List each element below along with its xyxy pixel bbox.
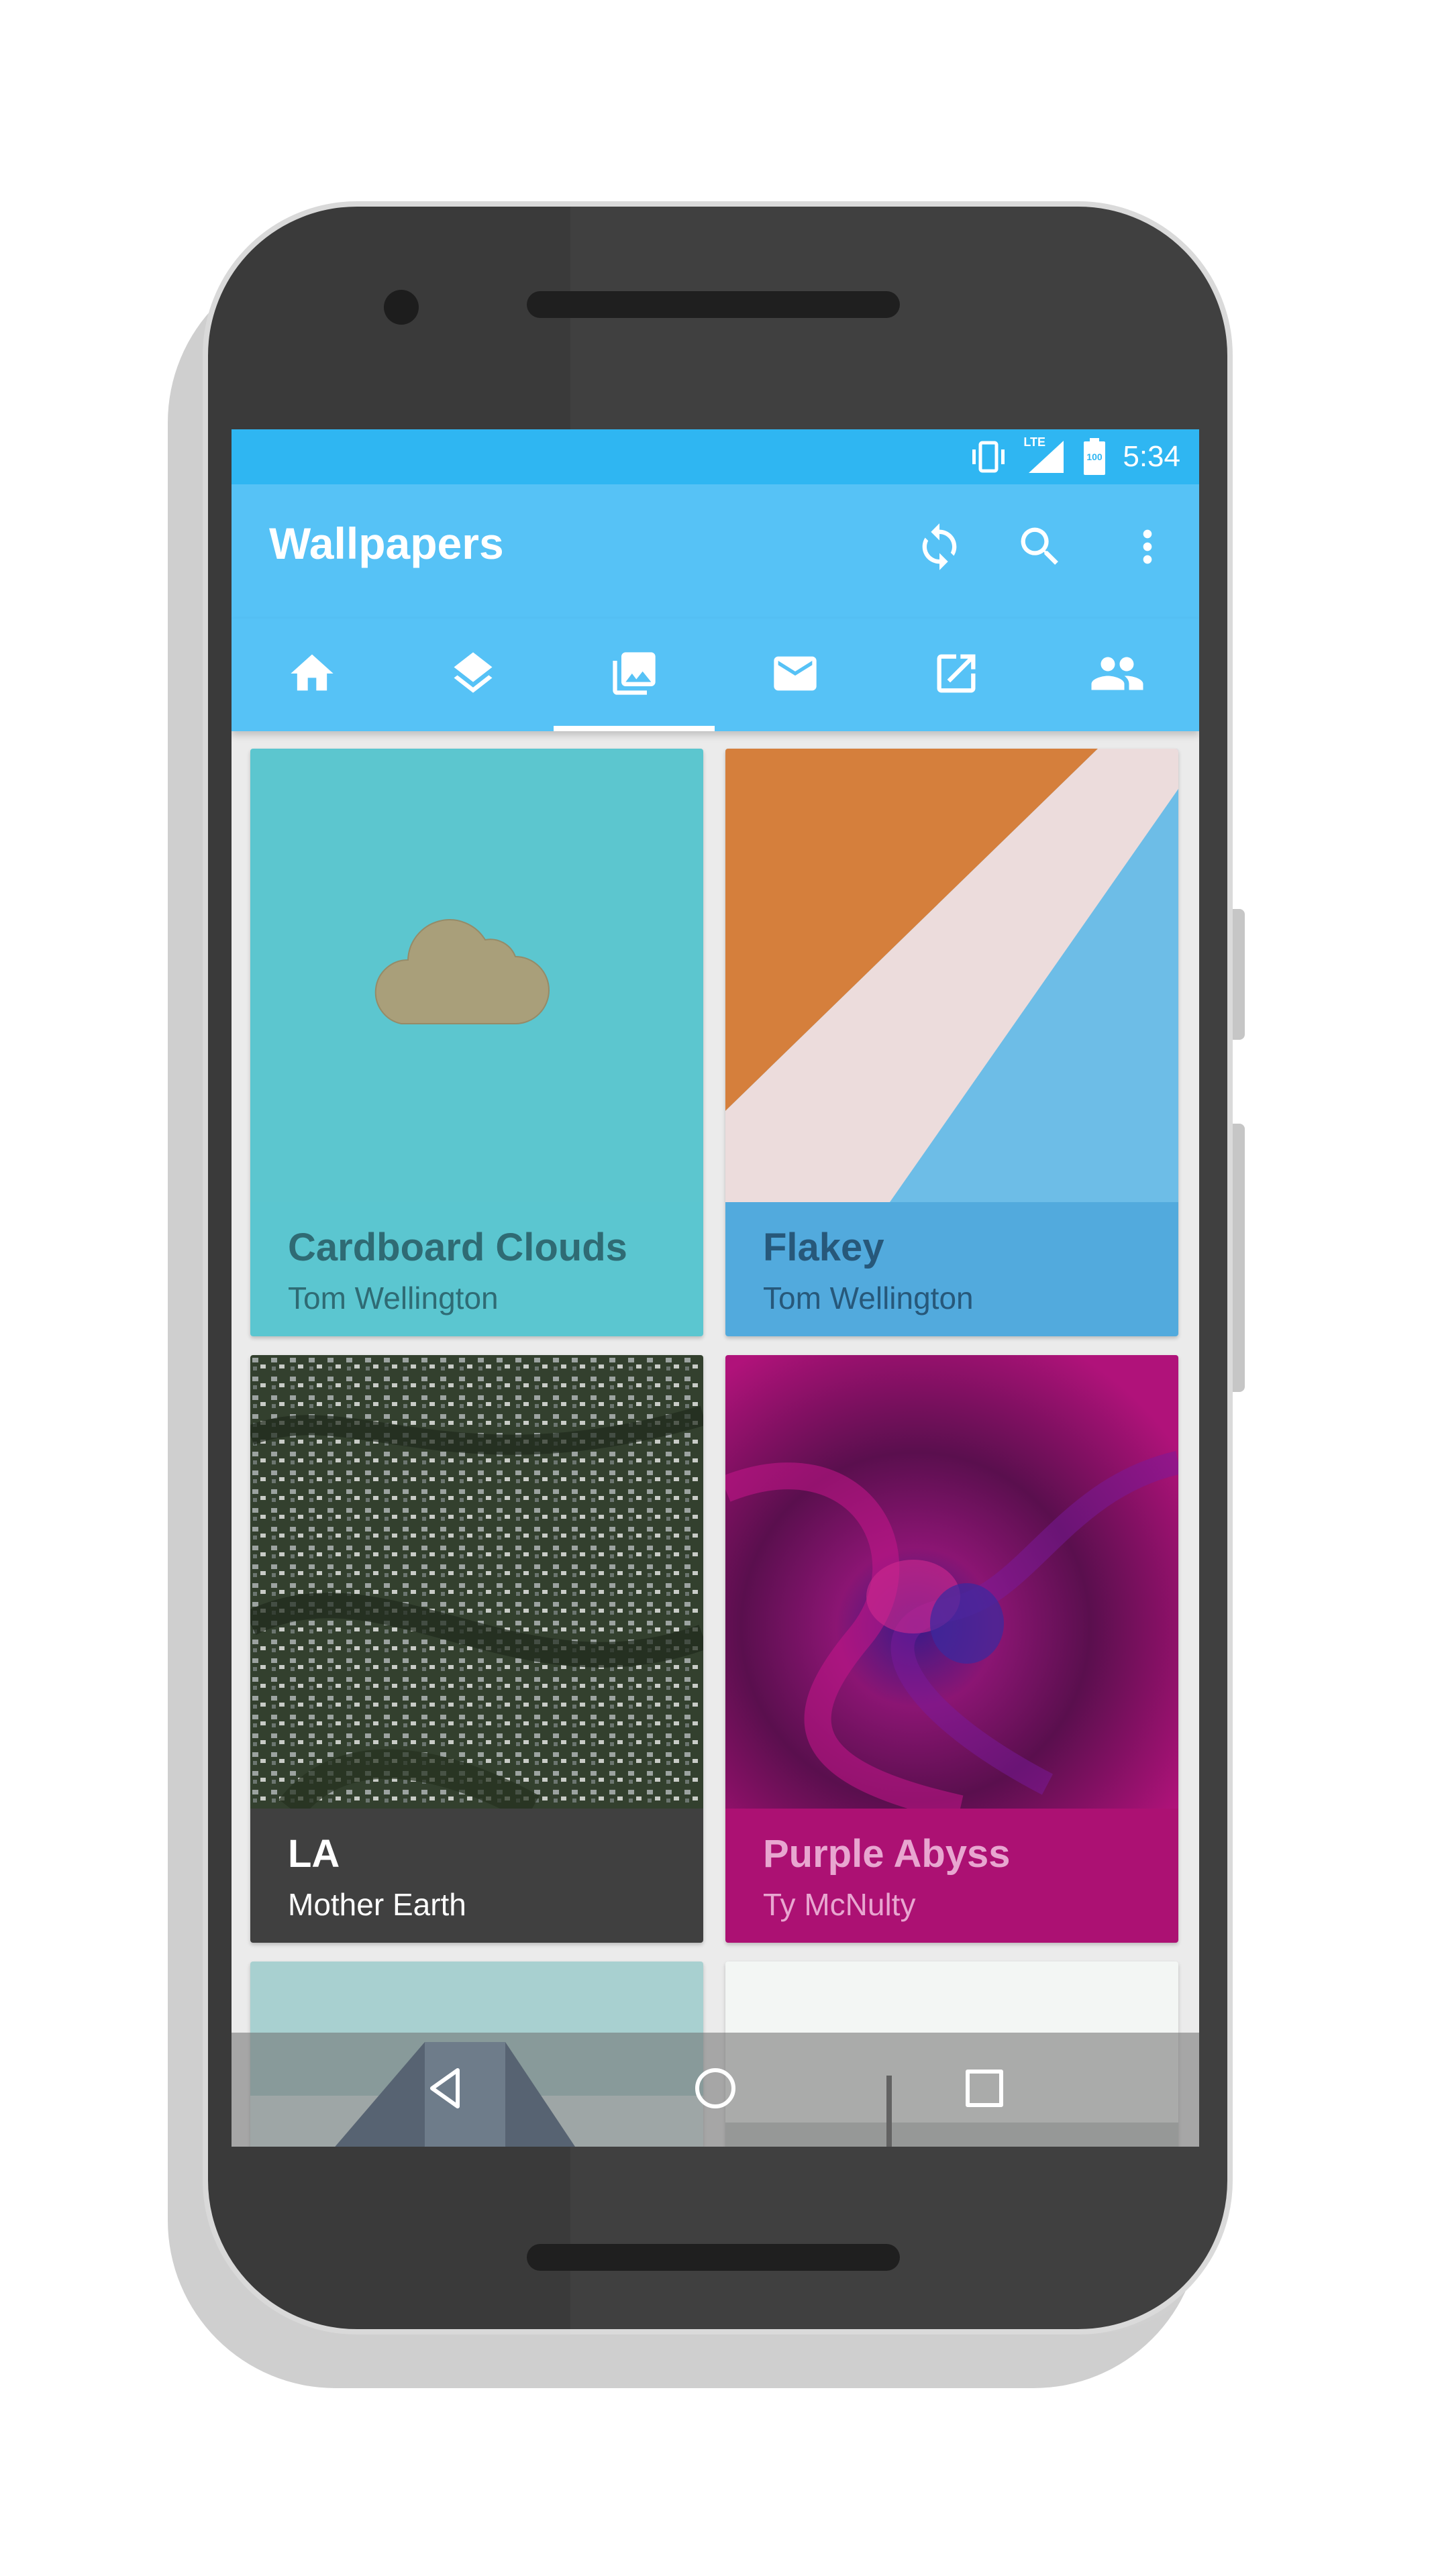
- page-title: Wallpapers: [269, 519, 504, 568]
- wallpaper-card-cardboard-clouds[interactable]: Cardboard Clouds Tom Wellington: [250, 749, 703, 1336]
- tab-indicator: [554, 726, 715, 731]
- recents-button[interactable]: [951, 2056, 1018, 2123]
- wallpaper-title: Cardboard Clouds: [288, 1226, 627, 1269]
- wallpaper-preview: [250, 1355, 703, 1809]
- home-nav-button[interactable]: [682, 2056, 749, 2123]
- wallpaper-author: Ty McNulty: [763, 1887, 916, 1922]
- layers-icon: [448, 648, 499, 702]
- wallpaper-author: Tom Wellington: [763, 1281, 974, 1316]
- wallpaper-author: Tom Wellington: [288, 1281, 499, 1316]
- sync-icon: [914, 521, 965, 576]
- card-footer: LA Mother Earth: [250, 1809, 703, 1943]
- battery-icon: 100: [1082, 438, 1107, 476]
- tab-mail[interactable]: [715, 619, 876, 731]
- tab-layers[interactable]: [393, 619, 554, 731]
- app-bar: Wallpapers: [232, 484, 1199, 619]
- vibrate-icon: [970, 440, 1007, 474]
- wallpaper-preview: [250, 749, 703, 1202]
- home-circle-icon: [692, 2065, 739, 2115]
- status-time: 5:34: [1123, 440, 1180, 473]
- wallpaper-card-flakey[interactable]: Flakey Tom Wellington: [725, 749, 1178, 1336]
- status-bar: LTE 100 5:34: [232, 429, 1199, 484]
- card-footer: Purple Abyss Ty McNulty: [725, 1809, 1178, 1943]
- home-icon: [287, 648, 338, 702]
- back-icon: [423, 2065, 470, 2115]
- top-speaker: [527, 291, 900, 318]
- lte-signal-icon: LTE: [1023, 435, 1066, 474]
- back-button[interactable]: [413, 2056, 480, 2123]
- overflow-menu-button[interactable]: [1111, 511, 1184, 585]
- power-button: [1233, 909, 1245, 1040]
- tab-wallpapers[interactable]: [554, 619, 715, 731]
- wallpaper-icon: [609, 648, 660, 702]
- volume-button: [1233, 1124, 1245, 1392]
- wallpaper-title: Flakey: [763, 1226, 884, 1269]
- card-footer: Cardboard Clouds Tom Wellington: [250, 1202, 703, 1336]
- wallpaper-title: Purple Abyss: [763, 1832, 1011, 1876]
- search-icon: [1015, 521, 1066, 576]
- open-in-new-icon: [931, 648, 982, 702]
- people-icon: [1089, 645, 1145, 705]
- tab-people[interactable]: [1037, 619, 1198, 731]
- more-vert-icon: [1122, 521, 1173, 576]
- front-camera: [384, 290, 419, 325]
- navigation-bar: [232, 2033, 1199, 2147]
- search-button[interactable]: [1003, 511, 1077, 585]
- bottom-speaker: [527, 2244, 900, 2271]
- wallpaper-card-la[interactable]: LA Mother Earth: [250, 1355, 703, 1943]
- wallpaper-preview: [725, 749, 1178, 1202]
- tab-home[interactable]: [232, 619, 393, 731]
- recents-icon: [961, 2065, 1008, 2115]
- battery-level: 100: [1086, 451, 1103, 462]
- card-footer: Flakey Tom Wellington: [725, 1202, 1178, 1336]
- wallpaper-author: Mother Earth: [288, 1887, 466, 1922]
- wallpaper-title: LA: [288, 1832, 340, 1876]
- sync-button[interactable]: [903, 511, 976, 585]
- wallpaper-card-purple-abyss[interactable]: Purple Abyss Ty McNulty: [725, 1355, 1178, 1943]
- tab-bar: [232, 619, 1199, 731]
- device-screen: LTE 100 5:34 Wallpapers Cardboard Clouds…: [232, 429, 1199, 2147]
- mail-icon: [770, 648, 821, 702]
- wallpaper-preview: [725, 1355, 1178, 1809]
- tab-open-link[interactable]: [876, 619, 1037, 731]
- network-type: LTE: [1023, 435, 1046, 449]
